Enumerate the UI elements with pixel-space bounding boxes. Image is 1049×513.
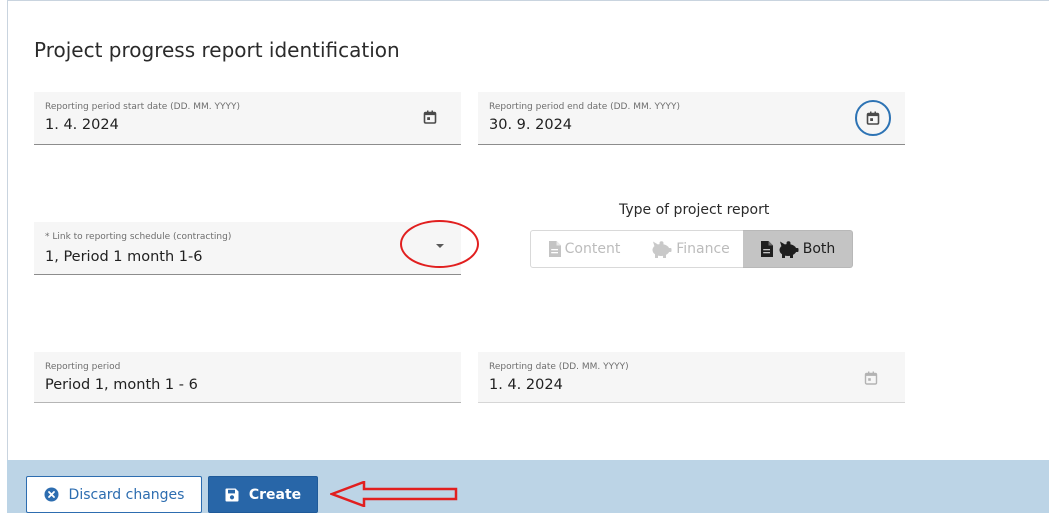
piggy-bank-icon	[652, 240, 672, 258]
piggy-bank-icon	[779, 240, 799, 258]
discard-changes-label: Discard changes	[68, 486, 185, 503]
create-label: Create	[248, 486, 302, 503]
calendar-icon	[866, 111, 880, 125]
end-date-underline	[478, 144, 905, 145]
calendar-icon[interactable]	[423, 110, 437, 124]
create-button[interactable]: Create	[208, 476, 318, 513]
end-date-field[interactable]: Reporting period end date (DD. MM. YYYY)…	[478, 92, 905, 145]
reporting-period-label: Reporting period	[45, 362, 121, 372]
report-type-both-label: Both	[802, 241, 836, 257]
schedule-link-select[interactable]: * Link to reporting schedule (contractin…	[34, 222, 461, 275]
report-type-content-label: Content	[564, 241, 621, 257]
start-date-value: 1. 4. 2024	[45, 117, 119, 133]
report-type-heading: Type of project report	[619, 202, 770, 218]
end-date-value: 30. 9. 2024	[489, 117, 573, 133]
reporting-date-label: Reporting date (DD. MM. YYYY)	[489, 362, 629, 372]
reporting-date-field: Reporting date (DD. MM. YYYY) 1. 4. 2024	[478, 352, 905, 403]
document-piggy-bank-icon	[760, 240, 799, 258]
schedule-link-label: * Link to reporting schedule (contractin…	[45, 232, 232, 242]
report-type-content-option[interactable]: Content	[530, 230, 638, 268]
start-date-field[interactable]: Reporting period start date (DD. MM. YYY…	[34, 92, 461, 145]
reporting-date-value: 1. 4. 2024	[489, 377, 563, 393]
document-icon	[760, 241, 773, 257]
reporting-period-value: Period 1, month 1 - 6	[45, 377, 198, 393]
start-date-underline	[34, 144, 461, 145]
calendar-icon	[864, 371, 878, 385]
reporting-period-underline	[34, 402, 461, 403]
report-type-finance-option[interactable]: Finance	[637, 230, 744, 268]
discard-changes-button[interactable]: Discard changes	[26, 476, 202, 513]
document-icon	[548, 241, 561, 257]
end-date-label: Reporting period end date (DD. MM. YYYY)	[489, 102, 680, 112]
section-title: Project progress report identification	[34, 38, 400, 62]
close-circle-icon	[44, 487, 59, 502]
reporting-date-underline	[478, 402, 905, 403]
report-type-both-option[interactable]: Both	[743, 230, 853, 268]
start-date-label: Reporting period start date (DD. MM. YYY…	[45, 102, 240, 112]
save-icon	[225, 488, 239, 501]
dropdown-highlight-annotation	[400, 220, 479, 268]
reporting-period-field: Reporting period Period 1, month 1 - 6	[34, 352, 461, 403]
end-date-calendar-button[interactable]	[855, 100, 891, 136]
schedule-link-value: 1, Period 1 month 1-6	[45, 249, 203, 265]
schedule-link-underline	[34, 274, 461, 275]
create-pointer-annotation	[330, 481, 458, 507]
report-type-finance-label: Finance	[676, 241, 730, 257]
